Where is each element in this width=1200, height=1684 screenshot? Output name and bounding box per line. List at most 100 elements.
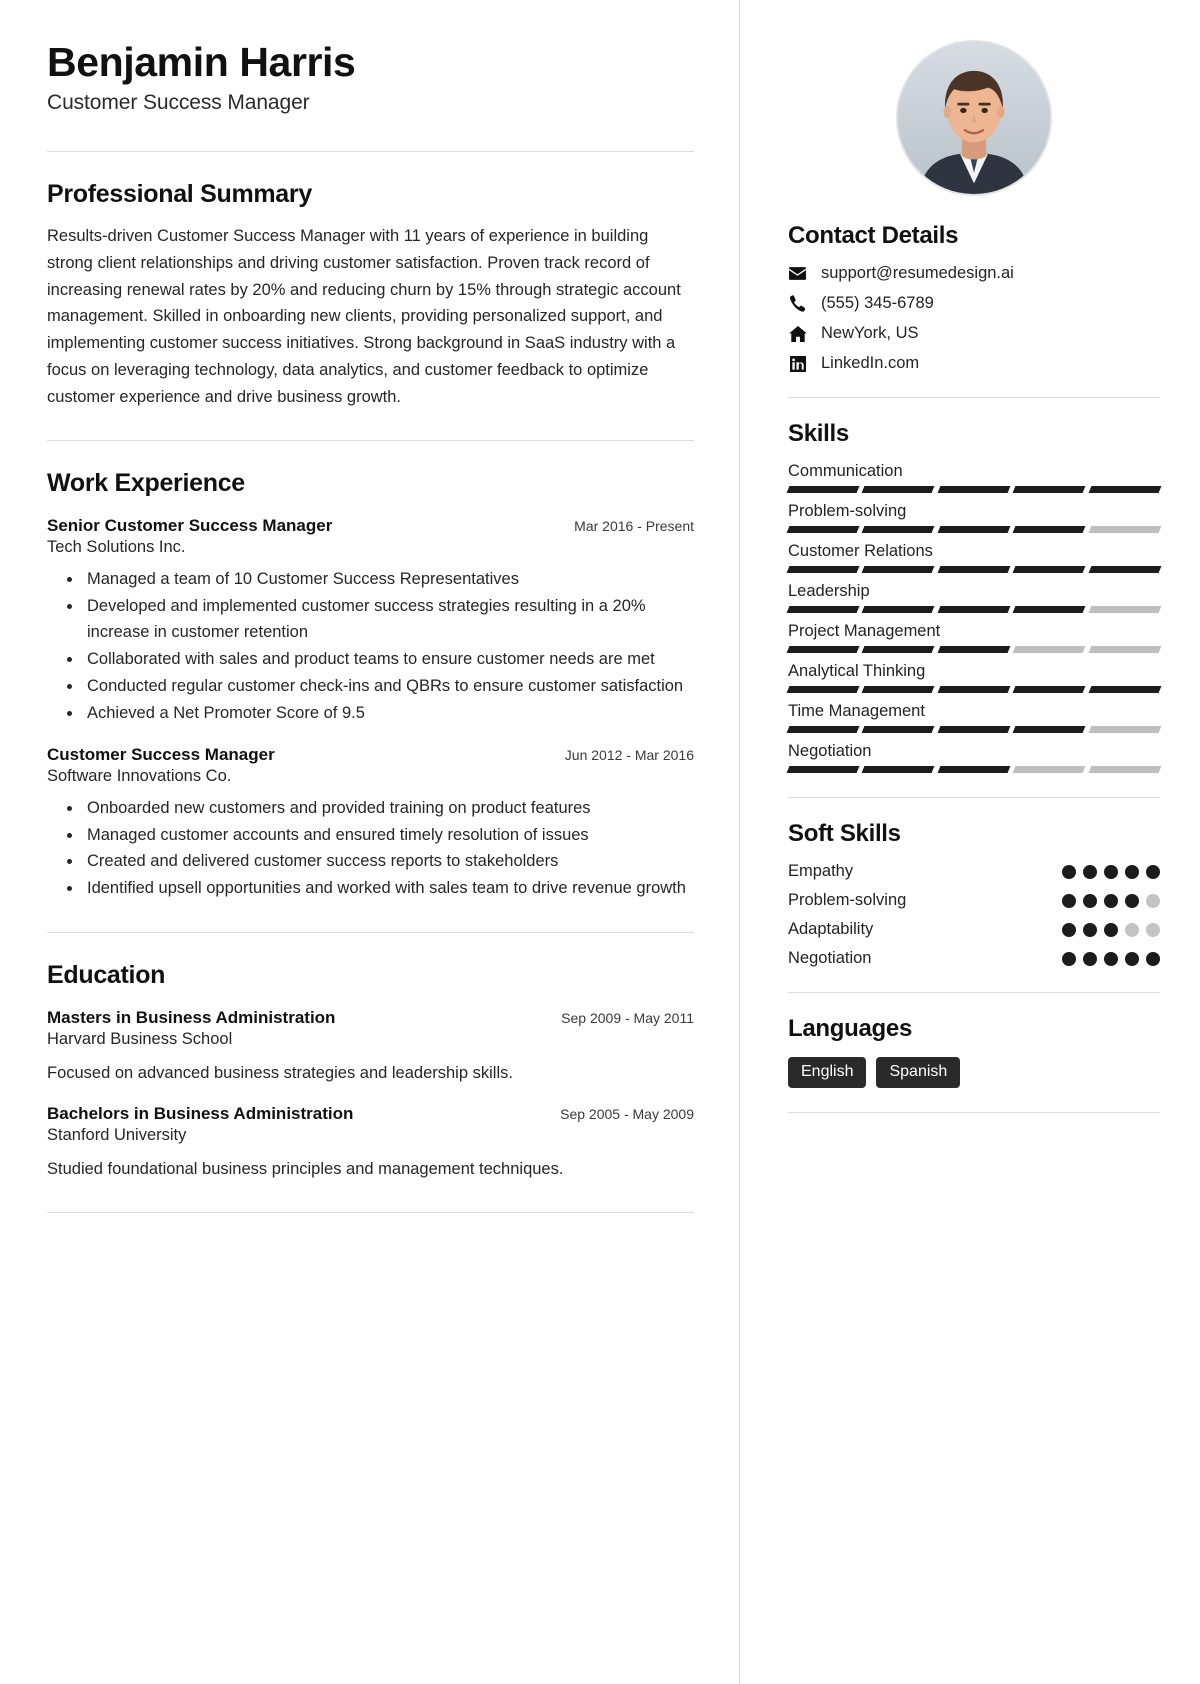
skill-level-bar — [786, 526, 1162, 533]
envelope-icon — [788, 267, 807, 280]
contact-item-linkedin[interactable]: LinkedIn.com — [788, 354, 1160, 373]
profile-photo-wrap — [788, 40, 1160, 196]
skill-bar-segment — [786, 606, 860, 613]
rating-dot — [1125, 922, 1139, 937]
work-entry-bullets: Onboarded new customers and provided tra… — [47, 796, 694, 903]
languages-list: English Spanish — [788, 1057, 1160, 1088]
rating-dot — [1062, 864, 1076, 879]
contact-location-value: NewYork, US — [821, 324, 919, 342]
skill-bar-segment — [1012, 646, 1087, 653]
rating-dot — [1083, 922, 1097, 937]
skill-row: Project Management — [786, 622, 1162, 653]
skill-row: Time Management — [786, 702, 1162, 733]
skill-row: Problem-solving — [786, 502, 1162, 533]
work-experience-section: Work Experience Senior Customer Success … — [47, 469, 694, 902]
skill-bar-segment — [1012, 486, 1087, 493]
list-item: Created and delivered customer success r… — [83, 849, 694, 875]
list-item: Achieved a Net Promoter Score of 9.5 — [83, 701, 694, 727]
list-item: Conducted regular customer check-ins and… — [83, 674, 694, 700]
skill-row: Communication — [786, 462, 1162, 493]
candidate-name: Benjamin Harris — [47, 39, 356, 85]
soft-skill-label: Problem-solving — [788, 891, 907, 909]
rating-dot — [1146, 922, 1160, 937]
soft-skill-rating — [1062, 893, 1160, 908]
soft-skills-divider — [788, 992, 1160, 993]
soft-skill-label: Negotiation — [788, 949, 872, 967]
work-entry-role: Customer Success Manager — [47, 744, 275, 764]
skill-level-bar — [786, 726, 1162, 733]
skill-label: Negotiation — [788, 742, 872, 760]
skill-bar-segment — [1088, 726, 1162, 733]
contact-item-email[interactable]: support@resumedesign.ai — [788, 264, 1160, 283]
sidebar-column: Contact Details support@resumedesign.ai … — [740, 0, 1200, 1684]
contact-details-section: Contact Details support@resumedesign.ai … — [788, 222, 1160, 373]
skill-bar-segment — [786, 766, 860, 773]
education-entry-description: Studied foundational business principles… — [47, 1159, 564, 1178]
soft-skills-heading: Soft Skills — [788, 820, 901, 847]
soft-skill-row: Empathy — [788, 862, 1160, 881]
contact-divider — [788, 397, 1160, 398]
work-entry-date: Mar 2016 - Present — [574, 518, 694, 535]
skill-bar-segment — [937, 486, 1011, 493]
main-column: Benjamin Harris Customer Success Manager… — [0, 0, 740, 1684]
soft-skill-row: Adaptability — [788, 920, 1160, 939]
rating-dot — [1083, 951, 1097, 966]
education-entry-date: Sep 2005 - May 2009 — [560, 1105, 694, 1122]
skill-bar-segment — [1088, 566, 1162, 573]
list-item: Managed a team of 10 Customer Success Re… — [83, 567, 694, 593]
work-entry-role: Senior Customer Success Manager — [47, 516, 333, 536]
skill-bar-segment — [937, 766, 1011, 773]
contact-item-phone[interactable]: (555) 345-6789 — [788, 294, 1160, 313]
soft-skill-row: Negotiation — [788, 949, 1160, 968]
skill-bar-segment — [861, 606, 936, 613]
skill-bar-segment — [861, 726, 936, 733]
header-block: Benjamin Harris Customer Success Manager — [47, 40, 694, 115]
skill-level-bar — [786, 646, 1162, 653]
resume-document: Benjamin Harris Customer Success Manager… — [0, 0, 1200, 1684]
skill-bar-segment — [1012, 686, 1087, 693]
work-entry-org: Software Innovations Co. — [47, 766, 232, 785]
candidate-job-title: Customer Success Manager — [47, 91, 310, 115]
rating-dot — [1062, 951, 1076, 966]
education-entry-date: Sep 2009 - May 2011 — [561, 1010, 694, 1027]
skill-bar-segment — [1012, 726, 1087, 733]
skills-heading: Skills — [788, 420, 849, 447]
work-experience-heading: Work Experience — [47, 469, 245, 498]
skill-bar-segment — [1088, 526, 1162, 533]
skill-label: Leadership — [788, 582, 870, 600]
soft-skill-row: Problem-solving — [788, 891, 1160, 910]
skill-label: Customer Relations — [788, 542, 933, 560]
professional-summary-heading: Professional Summary — [47, 180, 312, 209]
linkedin-icon — [788, 355, 807, 372]
skill-bar-segment — [786, 566, 860, 573]
avatar — [896, 40, 1052, 196]
skill-bar-segment — [937, 646, 1011, 653]
skill-bar-segment — [1088, 686, 1162, 693]
skill-label: Analytical Thinking — [788, 662, 926, 680]
phone-icon — [788, 295, 807, 312]
rating-dot — [1146, 951, 1160, 966]
home-icon — [788, 325, 807, 342]
skill-bar-segment — [1012, 606, 1087, 613]
skill-bar-segment — [937, 606, 1011, 613]
skill-level-bar — [786, 606, 1162, 613]
education-entry-degree: Masters in Business Administration — [47, 1008, 336, 1028]
skill-level-bar — [786, 686, 1162, 693]
list-item: Onboarded new customers and provided tra… — [83, 796, 694, 822]
skill-level-bar — [786, 766, 1162, 773]
languages-divider — [788, 1111, 1160, 1113]
work-entry-date: Jun 2012 - Mar 2016 — [564, 746, 694, 763]
work-entry: Senior Customer Success Manager Mar 2016… — [47, 516, 694, 726]
education-section: Education Masters in Business Administra… — [47, 961, 694, 1182]
soft-skill-rating — [1062, 864, 1160, 879]
rating-dot — [1104, 951, 1118, 966]
soft-skill-label: Adaptability — [788, 920, 874, 938]
rating-dot — [1104, 864, 1118, 879]
skill-bar-segment — [1088, 766, 1162, 773]
skills-divider — [788, 797, 1160, 798]
soft-skills-list: Empathy Problem-solving Adaptability Negoti… — [788, 862, 1160, 968]
skill-bar-segment — [786, 646, 860, 653]
rating-dot — [1083, 864, 1097, 879]
contact-item-location[interactable]: NewYork, US — [788, 324, 1160, 343]
skill-bar-segment — [861, 566, 936, 573]
